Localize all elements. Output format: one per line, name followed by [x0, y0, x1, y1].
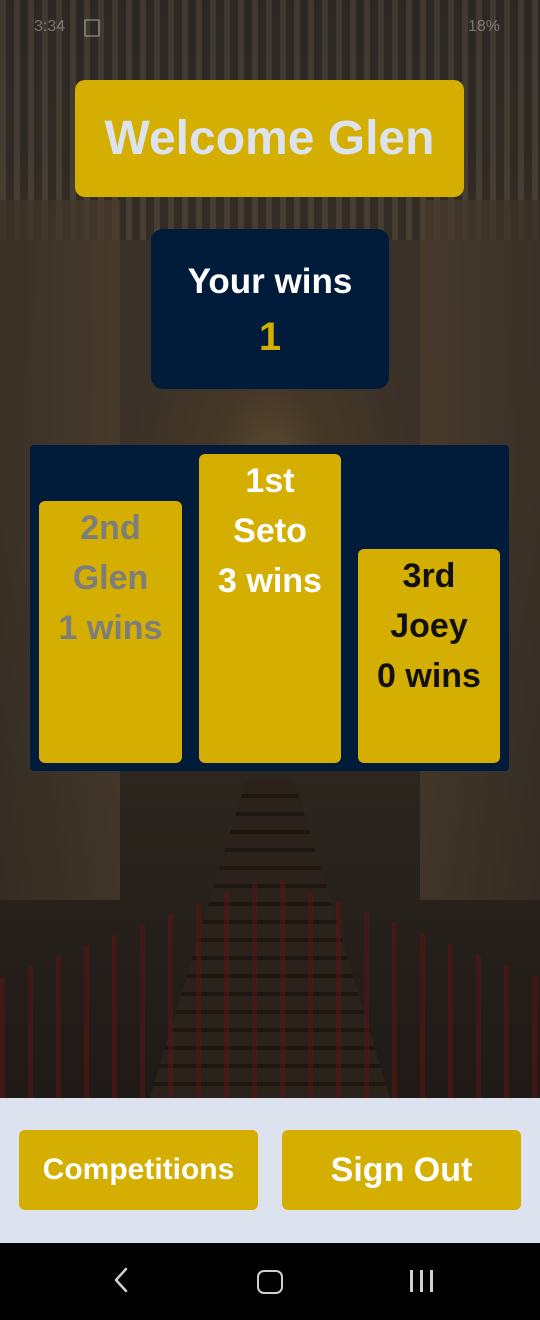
- your-wins-card: Your wins 1: [151, 229, 389, 389]
- bottom-action-bar: Competitions Sign Out: [0, 1098, 540, 1243]
- your-wins-count: 1: [258, 315, 282, 359]
- railing-left: [0, 880, 260, 1098]
- podium-wins: 0 wins: [377, 657, 481, 695]
- podium-place: 3rd: [402, 557, 456, 595]
- sign-out-button[interactable]: Sign Out: [282, 1130, 521, 1210]
- competitions-button[interactable]: Competitions: [19, 1130, 258, 1210]
- back-icon[interactable]: [108, 1265, 138, 1295]
- your-wins-label: Your wins: [187, 262, 353, 301]
- recents-icon[interactable]: [408, 1270, 436, 1294]
- home-icon[interactable]: [257, 1270, 283, 1294]
- system-navigation-bar: [0, 1243, 540, 1320]
- podium-wins: 1 wins: [58, 609, 163, 647]
- podium-place: 2nd: [80, 509, 141, 547]
- railing-right: [280, 880, 540, 1098]
- podium-first-place: 1st Seto 3 wins: [199, 454, 341, 763]
- battery-level: 18%: [467, 18, 500, 35]
- podium-wins: 3 wins: [218, 562, 322, 600]
- podium-name: Seto: [233, 512, 307, 550]
- leaderboard-podium: 2nd Glen 1 wins 1st Seto 3 wins 3rd Joey…: [30, 445, 509, 771]
- podium-place: 1st: [245, 462, 295, 500]
- welcome-banner: Welcome Glen: [75, 80, 464, 197]
- podium-name: Joey: [390, 607, 468, 645]
- status-bar: 3:34 18%: [0, 0, 540, 56]
- competitions-label: Competitions: [42, 1153, 235, 1186]
- status-time: 3:34: [34, 18, 66, 35]
- podium-name: Glen: [72, 559, 149, 597]
- notification-icon: [84, 19, 100, 37]
- welcome-text: Welcome Glen: [104, 112, 435, 165]
- podium-third-place: 3rd Joey 0 wins: [358, 549, 500, 763]
- sign-out-label: Sign Out: [330, 1150, 473, 1189]
- podium-second-place: 2nd Glen 1 wins: [39, 501, 182, 763]
